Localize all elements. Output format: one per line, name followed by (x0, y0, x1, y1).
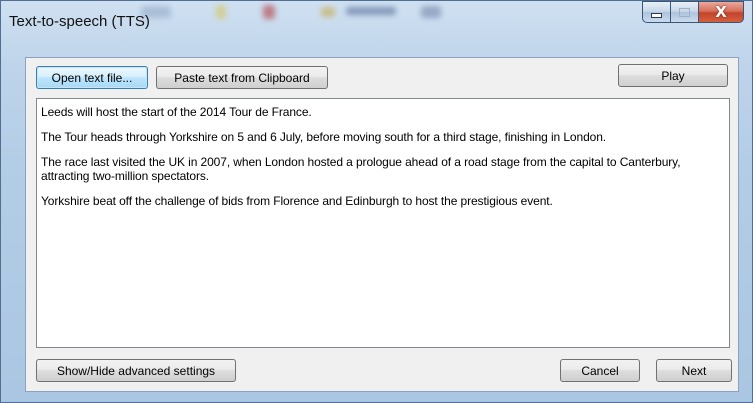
play-button[interactable]: Play (618, 64, 728, 87)
caption-buttons: X (642, 1, 744, 23)
tts-window: Text-to-speech (TTS) X Open text file...… (0, 0, 753, 403)
text-paragraph: The race last visited the UK in 2007, wh… (41, 155, 681, 183)
text-paragraph: Yorkshire beat off the challenge of bids… (41, 194, 553, 208)
cancel-button[interactable]: Cancel (560, 359, 640, 382)
paste-clipboard-button[interactable]: Paste text from Clipboard (156, 66, 328, 89)
show-hide-advanced-settings-button[interactable]: Show/Hide advanced settings (36, 359, 236, 382)
minimize-icon (651, 12, 662, 18)
close-icon: X (715, 3, 727, 21)
maximize-button[interactable] (670, 1, 698, 23)
tts-text-area[interactable]: Leeds will host the start of the 2014 To… (36, 98, 730, 348)
open-text-file-button[interactable]: Open text file... (36, 66, 148, 89)
text-paragraph: The Tour heads through Yorkshire on 5 an… (41, 130, 607, 144)
text-paragraph: Leeds will host the start of the 2014 To… (41, 105, 312, 119)
window-title: Text-to-speech (TTS) (9, 13, 150, 30)
minimize-button[interactable] (642, 1, 670, 23)
client-area: Open text file... Paste text from Clipbo… (25, 57, 739, 392)
next-button[interactable]: Next (656, 359, 732, 382)
maximize-icon (679, 7, 690, 17)
close-button[interactable]: X (698, 1, 744, 23)
